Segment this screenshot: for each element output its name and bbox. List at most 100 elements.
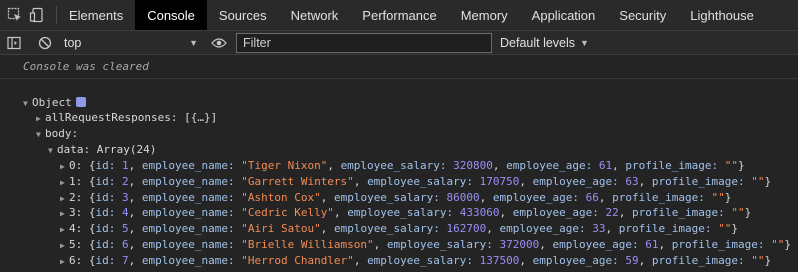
sep: , <box>612 159 626 172</box>
collapse-triangle-icon[interactable]: ▶ <box>60 206 69 221</box>
key-employee-salary: employee_salary: <box>386 238 500 251</box>
employee-row[interactable]: ▶ 3: {id: 4, employee_name: "Cedric Kelly… <box>0 205 798 220</box>
row-close: } <box>744 206 752 220</box>
eye-icon[interactable] <box>208 32 230 54</box>
clear-console-icon[interactable] <box>34 32 56 54</box>
collapse-triangle-icon[interactable]: ▶ <box>60 238 69 253</box>
value-id: 4 <box>122 206 129 220</box>
sep: , <box>128 238 142 251</box>
collapse-triangle-icon[interactable]: ▶ <box>60 175 69 190</box>
key-employee-name: employee_name: <box>141 206 242 220</box>
value-profile-image: "" <box>711 190 725 204</box>
inspect-icon[interactable] <box>6 6 24 24</box>
devtools-tab-bar: Elements Console Sources Network Perform… <box>0 0 798 31</box>
value-employee-age: 61 <box>598 159 613 172</box>
console-output: Console was cleared ▼ Object ▶ allRequestR… <box>0 55 798 272</box>
tab-network[interactable]: Network <box>279 0 351 30</box>
employee-row[interactable]: ▶ 4: {id: 5, employee_name: "Airi Satou",… <box>0 221 798 236</box>
sep: , <box>353 253 368 267</box>
body-key: body: <box>45 127 79 140</box>
sep: , <box>499 206 513 220</box>
log-levels-label: Default levels <box>500 35 576 50</box>
expand-triangle-icon[interactable]: ▼ <box>48 143 57 158</box>
sep: , <box>492 159 507 172</box>
employee-row[interactable]: ▶ 5: {id: 6, employee_name: "Brielle Will… <box>0 237 798 252</box>
collapse-triangle-icon[interactable]: ▶ <box>60 159 69 174</box>
value-employee-age: 33 <box>592 222 606 236</box>
info-icon <box>75 97 86 107</box>
prop-data[interactable]: ▼ data: Array(24) <box>0 142 798 157</box>
sep: , <box>128 159 142 172</box>
key-profile-image: profile_image: <box>651 253 752 267</box>
sidebar-toggle-icon[interactable] <box>3 32 25 54</box>
log-levels-dropdown[interactable]: Default levels ▼ <box>500 36 589 50</box>
value-employee-age: 59 <box>625 253 639 267</box>
key-profile-image: profile_image: <box>625 159 725 172</box>
key-employee-name: employee_name: <box>141 253 242 267</box>
row-close: } <box>784 238 791 251</box>
tab-elements[interactable]: Elements <box>57 0 135 30</box>
key-employee-salary: employee_salary: <box>367 253 480 267</box>
expand-triangle-icon[interactable]: ▼ <box>23 96 32 111</box>
collapse-triangle-icon[interactable]: ▶ <box>60 254 69 269</box>
prop-body[interactable]: ▼ body: <box>0 126 798 141</box>
tab-performance[interactable]: Performance <box>350 0 448 30</box>
row-index: 5: { <box>69 238 96 251</box>
expand-triangle-icon[interactable]: ▼ <box>36 127 45 142</box>
collapse-triangle-icon[interactable]: ▶ <box>36 111 45 126</box>
collapse-triangle-icon[interactable]: ▶ <box>60 191 69 206</box>
value-employee-salary: 86000 <box>446 190 480 204</box>
value-employee-salary: 170750 <box>479 174 520 188</box>
key-employee-age: employee_age: <box>499 222 593 236</box>
tab-lighthouse[interactable]: Lighthouse <box>678 0 766 30</box>
row-close: } <box>764 174 772 188</box>
employee-row[interactable]: ▶ 1: {id: 2, employee_name: "Garrett Wint… <box>0 174 798 189</box>
key-employee-salary: employee_salary: <box>333 190 447 204</box>
sep: , <box>128 190 142 204</box>
value-employee-name: "Cedric Kelly" <box>241 206 334 220</box>
key-employee-age: employee_age: <box>552 238 646 251</box>
row-index: 0: { <box>69 159 96 172</box>
employee-row[interactable]: ▶ 6: {id: 7, employee_name: "Herrod Chand… <box>0 253 798 268</box>
key-employee-name: employee_name: <box>141 238 242 251</box>
all-requests-key: allRequestResponses: <box>45 111 178 124</box>
key-id: id: <box>95 206 122 220</box>
prop-all-requests[interactable]: ▶ allRequestResponses: [{…}] <box>0 110 798 125</box>
tab-sources[interactable]: Sources <box>207 0 279 30</box>
row-index: 4: { <box>69 222 96 236</box>
value-employee-name: "Airi Satou" <box>241 222 321 236</box>
value-employee-name: "Brielle Williamson" <box>241 238 374 251</box>
tab-memory[interactable]: Memory <box>449 0 520 30</box>
employee-row[interactable]: ▶ 2: {id: 3, employee_name: "Ashton Cox",… <box>0 190 798 205</box>
tab-bar-tools <box>0 0 56 30</box>
tab-security[interactable]: Security <box>607 0 678 30</box>
object-root[interactable]: ▼ Object <box>0 95 798 110</box>
sep: , <box>638 253 652 267</box>
key-id: id: <box>95 253 122 267</box>
tab-console[interactable]: Console <box>135 0 207 30</box>
collapse-triangle-icon[interactable]: ▶ <box>60 222 69 237</box>
key-employee-salary: employee_salary: <box>347 206 460 220</box>
value-employee-name: "Herrod Chandler" <box>241 253 354 267</box>
value-id: 7 <box>122 253 129 267</box>
value-id: 3 <box>122 190 129 204</box>
sep: , <box>333 206 348 220</box>
console-cleared-message: Console was cleared <box>23 60 149 73</box>
key-employee-salary: employee_salary: <box>367 174 480 188</box>
context-selector[interactable]: top ▼ <box>56 36 204 50</box>
key-employee-name: employee_name: <box>141 159 242 172</box>
value-id: 5 <box>122 222 129 236</box>
sep: , <box>320 222 334 236</box>
device-toggle-icon[interactable] <box>28 6 46 24</box>
console-toolbar: top ▼ Default levels ▼ <box>0 31 798 55</box>
key-id: id: <box>95 238 122 251</box>
key-id: id: <box>95 222 122 236</box>
employee-row[interactable]: ▶ 0: {id: 1, employee_name: "Tiger Nixon"… <box>0 158 798 173</box>
sep: , <box>618 206 632 220</box>
row-index: 1: { <box>69 174 96 188</box>
filter-input[interactable] <box>236 32 492 53</box>
object-label: Object <box>32 96 72 109</box>
data-value: Array(24) <box>96 143 157 156</box>
tab-application[interactable]: Application <box>520 0 608 30</box>
key-id: id: <box>95 190 122 204</box>
